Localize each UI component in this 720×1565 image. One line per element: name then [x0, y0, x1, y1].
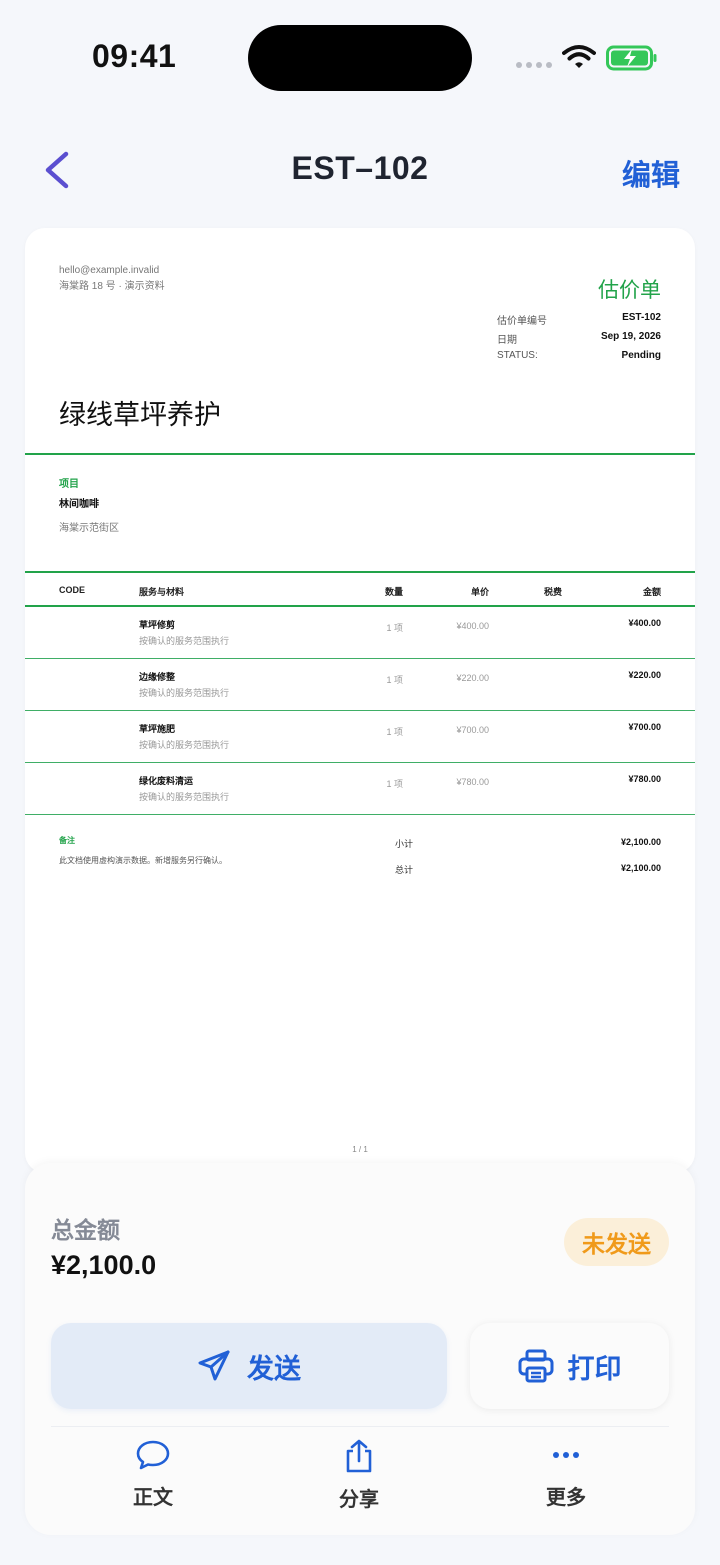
item-amount: ¥400.00 — [628, 618, 661, 628]
column-header-service: 服务与材料 — [139, 587, 185, 597]
item-description: 按确认的服务范围执行 — [139, 792, 230, 802]
item-name: 绿化废料清运 — [139, 776, 194, 786]
dynamic-island — [248, 25, 472, 91]
battery-charging-icon — [606, 45, 657, 71]
meta-row-status: STATUS: Pending — [497, 350, 661, 369]
sender-email: hello@example.invalid — [59, 265, 160, 276]
grand-total-value: ¥2,100.00 — [620, 863, 661, 873]
item-qty: 1 项 — [386, 675, 403, 685]
column-header-qty: 数量 — [384, 587, 403, 597]
document-preview: hello@example.invalid 海棠路 18 号 · 演示资料 估价… — [25, 228, 695, 1173]
table-row: 草坪施肥 按确认的服务范围执行 1 项 ¥700.00 ¥700.00 — [25, 711, 695, 763]
meta-label: 估价单编号 — [497, 316, 547, 327]
item-unit-price: ¥700.00 — [456, 725, 489, 735]
meta-row-date: 日期 Sep 19, 2026 — [497, 331, 661, 350]
project-address: 海棠示范街区 — [59, 523, 119, 534]
meta-value: EST-102 — [622, 312, 661, 323]
meta-value: Sep 19, 2026 — [600, 331, 661, 342]
tab-label: 正文 — [133, 1487, 173, 1509]
column-header-code: CODE — [59, 585, 86, 595]
item-unit-price: ¥400.00 — [456, 621, 489, 631]
total-amount-value: ¥2,100.0 — [51, 1250, 157, 1280]
more-icon — [553, 1452, 579, 1458]
tab-label: 分享 — [339, 1489, 379, 1511]
row-divider — [25, 814, 695, 815]
panel-divider — [51, 1426, 669, 1427]
item-amount: ¥700.00 — [628, 722, 661, 732]
document-type: 估价单 — [598, 279, 661, 302]
cellular-signal-icon — [516, 62, 552, 68]
item-amount: ¥220.00 — [628, 670, 661, 680]
item-description: 按确认的服务范围执行 — [139, 740, 230, 750]
table-row: 草坪修剪 按确认的服务范围执行 1 项 ¥400.00 ¥400.00 — [25, 607, 695, 659]
item-qty: 1 项 — [386, 623, 403, 633]
grand-total-label: 总计 — [395, 865, 414, 875]
table-row: 边缘修整 按确认的服务范围执行 1 项 ¥220.00 ¥220.00 — [25, 659, 695, 711]
meta-label: STATUS: — [497, 350, 538, 361]
column-header-unit-price: 单价 — [470, 587, 489, 597]
subtotal-label: 小计 — [395, 839, 414, 849]
wifi-icon — [562, 45, 596, 68]
send-label: 发送 — [247, 1353, 301, 1384]
send-icon — [198, 1350, 230, 1381]
document-meta: 估价单编号 EST-102 日期 Sep 19, 2026 STATUS: Pe… — [497, 312, 661, 369]
chat-bubble-icon — [136, 1440, 170, 1470]
item-name: 草坪施肥 — [139, 724, 176, 734]
print-label: 打印 — [567, 1353, 622, 1384]
meta-row-number: 估价单编号 EST-102 — [497, 312, 661, 331]
sender-address: 海棠路 18 号 · 演示资料 — [59, 281, 165, 292]
divider — [25, 453, 695, 455]
action-panel: 总金额 ¥2,100.0 未发送 发送 打印 正文 分享 更多 — [25, 1163, 695, 1535]
item-qty: 1 项 — [386, 779, 403, 789]
item-qty: 1 项 — [386, 727, 403, 737]
page-title: EST–102 — [291, 150, 429, 186]
meta-label: 日期 — [497, 335, 517, 346]
printer-icon — [518, 1349, 553, 1383]
company-name: 绿线草坪养护 — [59, 400, 221, 430]
divider — [25, 571, 695, 573]
item-name: 边缘修整 — [139, 672, 176, 682]
item-unit-price: ¥780.00 — [456, 777, 489, 787]
item-unit-price: ¥220.00 — [456, 673, 489, 683]
status-badge: 未发送 — [564, 1218, 669, 1266]
tab-share[interactable]: 分享 — [299, 1439, 419, 1512]
notes-label: 备注 — [59, 836, 75, 845]
meta-value: Pending — [621, 350, 661, 361]
project-label: 项目 — [59, 479, 79, 490]
tab-body[interactable]: 正文 — [93, 1439, 213, 1510]
column-header-tax: 税费 — [543, 587, 562, 597]
project-name: 林间咖啡 — [59, 499, 99, 510]
column-header-amount: 金额 — [642, 587, 661, 597]
sender-info: hello@example.invalid 海棠路 18 号 · 演示资料 — [59, 263, 165, 295]
print-button[interactable]: 打印 — [470, 1323, 669, 1409]
table-row: 绿化废料清运 按确认的服务范围执行 1 项 ¥780.00 ¥780.00 — [25, 763, 695, 815]
item-amount: ¥780.00 — [628, 774, 661, 784]
subtotal-value: ¥2,100.00 — [620, 837, 661, 847]
item-description: 按确认的服务范围执行 — [139, 688, 230, 698]
item-name: 草坪修剪 — [139, 620, 176, 630]
tab-label: 更多 — [546, 1487, 586, 1509]
item-description: 按确认的服务范围执行 — [139, 636, 230, 646]
page-number: 1 / 1 — [352, 1145, 368, 1154]
total-amount-label: 总金额 — [51, 1217, 120, 1243]
edit-button[interactable]: 编辑 — [622, 152, 680, 194]
tab-more[interactable]: 更多 — [506, 1439, 626, 1510]
send-button[interactable]: 发送 — [51, 1323, 447, 1409]
share-icon — [346, 1439, 372, 1473]
status-time: 09:41 — [92, 38, 177, 74]
notes-text: 此文档使用虚构演示数据。新增服务另行确认。 — [59, 856, 227, 865]
